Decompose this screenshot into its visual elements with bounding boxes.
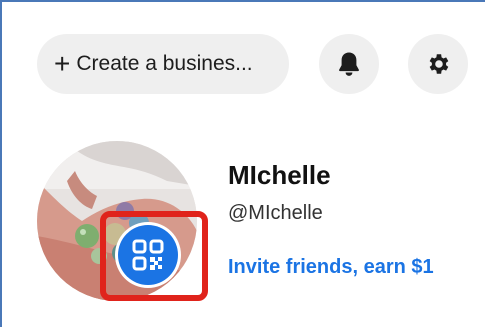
profile-handle: @MIchelle [228,202,323,224]
profile-name: MIchelle [228,160,331,190]
gear-icon [429,54,449,74]
settings-button[interactable] [408,34,468,94]
profile-avatar[interactable] [37,141,197,301]
notifications-button[interactable] [319,34,379,94]
qr-code-icon [132,239,164,271]
avatar-photo [37,141,197,301]
bell-icon [339,52,359,76]
create-business-button[interactable]: + Create a busines... [37,34,289,94]
invite-friends-link[interactable]: Invite friends, earn $1 [228,256,434,279]
plus-icon: + [54,48,71,79]
qr-code-button[interactable] [118,225,178,285]
create-business-label: Create a busines... [76,52,253,75]
